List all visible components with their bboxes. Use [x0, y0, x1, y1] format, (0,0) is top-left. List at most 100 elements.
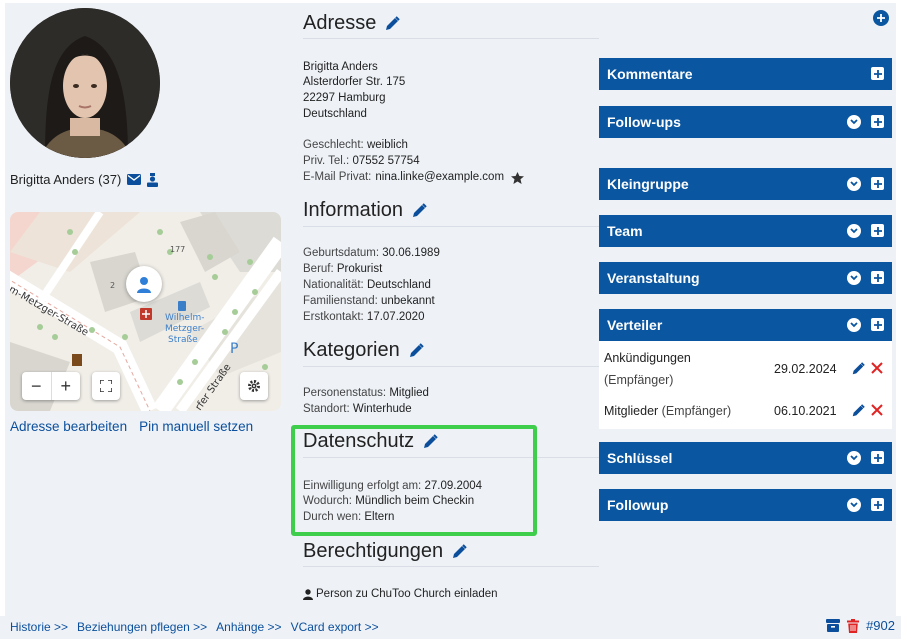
- panel-followups[interactable]: Follow-ups: [599, 106, 892, 138]
- panel-kommentare[interactable]: Kommentare: [599, 58, 892, 90]
- field-key: Geburtsdatum:: [303, 247, 380, 259]
- field-value: 17.07.2020: [366, 311, 425, 323]
- kategorien-title: Kategorien: [303, 339, 400, 361]
- add-followup-button[interactable]: [871, 115, 884, 128]
- divider: [303, 38, 599, 39]
- panel-title: Kommentare: [607, 66, 693, 82]
- invite-row[interactable]: Person zu ChuToo Church einladen: [303, 587, 498, 603]
- address-line: 22297 Hamburg: [303, 92, 386, 104]
- chevron-down-icon[interactable]: [847, 224, 861, 238]
- edit-berechtigungen-icon[interactable]: [451, 543, 467, 560]
- nationality-field: Nationalität: Deutschland: [303, 278, 431, 294]
- add-veranstaltung-button[interactable]: [871, 271, 884, 284]
- delete-icon[interactable]: [871, 362, 883, 379]
- plus-icon: [873, 226, 882, 235]
- delete-icon[interactable]: [871, 404, 883, 421]
- zoom-out-button[interactable]: −: [22, 372, 52, 400]
- field-value: Prokurist: [336, 263, 383, 275]
- location-field: Standort: Winterhude: [303, 402, 412, 418]
- panel-title: Veranstaltung: [607, 270, 700, 286]
- location-map[interactable]: 177 2 m-Metzger-Straße Wilhelm- Metzger-…: [10, 212, 281, 411]
- plus-icon: [873, 179, 882, 188]
- field-key: Personenstatus:: [303, 387, 387, 399]
- plus-icon: [873, 500, 882, 509]
- add-team-button[interactable]: [871, 224, 884, 237]
- add-kommentar-button[interactable]: [871, 67, 884, 80]
- edit-adresse-icon[interactable]: [384, 15, 401, 32]
- field-key: Familienstand:: [303, 295, 378, 307]
- relations-link[interactable]: Beziehungen pflegen >>: [77, 620, 207, 634]
- address-line: Deutschland: [303, 108, 367, 120]
- field-value: unbekannt: [381, 295, 435, 307]
- invite-link[interactable]: Person zu ChuToo Church einladen: [316, 587, 498, 603]
- fullscreen-icon: [100, 380, 112, 392]
- panel-followup[interactable]: Followup: [599, 489, 892, 521]
- avatar: [10, 8, 160, 158]
- list-item-label: Mitglieder (Empfänger): [604, 400, 731, 422]
- avatar-photo: [10, 8, 160, 158]
- map-label-house-2: 2: [110, 281, 115, 290]
- panel-verteiler[interactable]: Verteiler: [599, 309, 892, 341]
- email-icon[interactable]: [127, 174, 142, 185]
- information-title: Information: [303, 199, 404, 221]
- attachments-link[interactable]: Anhänge >>: [216, 620, 281, 634]
- list-item: Ankündigungen (Empfänger) 29.02.2024: [599, 347, 892, 391]
- section-title-information: Information: [303, 199, 427, 222]
- panel-schluessel[interactable]: Schlüssel: [599, 442, 892, 474]
- berechtigungen-title: Berechtigungen: [303, 540, 444, 562]
- zoom-in-button[interactable]: +: [52, 372, 81, 400]
- section-title-kategorien: Kategorien: [303, 339, 424, 362]
- trash-icon[interactable]: [847, 618, 860, 633]
- add-kleingruppe-button[interactable]: [871, 177, 884, 190]
- marital-status-field: Familienstand: unbekannt: [303, 294, 435, 310]
- chevron-down-icon[interactable]: [847, 318, 861, 332]
- add-panel-button[interactable]: [873, 10, 889, 26]
- job-field: Beruf: Prokurist: [303, 262, 382, 278]
- list-item-label: Ankündigungen (Empfänger): [604, 347, 691, 391]
- edit-information-icon[interactable]: [411, 202, 427, 219]
- footer-links: Historie >> Beziehungen pflegen >> Anhän…: [10, 620, 379, 634]
- plus-icon: [873, 117, 882, 126]
- plus-icon: [873, 453, 882, 462]
- star-icon[interactable]: [511, 171, 525, 184]
- panel-kleingruppe[interactable]: Kleingruppe: [599, 168, 892, 200]
- field-key: Nationalität:: [303, 279, 364, 291]
- edit-kategorien-icon[interactable]: [408, 342, 424, 359]
- chevron-down-icon[interactable]: [847, 115, 861, 129]
- chevron-down-icon[interactable]: [847, 177, 861, 191]
- birthdate-field: Geburtsdatum: 30.06.1989: [303, 246, 440, 262]
- add-schluessel-button[interactable]: [871, 451, 884, 464]
- field-value[interactable]: 07552 57754: [352, 155, 419, 167]
- map-settings-button[interactable]: [240, 372, 268, 400]
- field-key: E-Mail Privat:: [303, 171, 372, 183]
- section-title-adresse: Adresse: [303, 12, 401, 35]
- history-link[interactable]: Historie >>: [10, 620, 68, 634]
- list-item-date: 29.02.2024: [774, 362, 837, 376]
- list-item-name: Mitglieder: [604, 404, 659, 418]
- archive-icon[interactable]: [826, 619, 841, 632]
- set-pin-link[interactable]: Pin manuell setzen: [139, 419, 253, 434]
- add-verteiler-button[interactable]: [871, 318, 884, 331]
- map-label-parking: P: [230, 341, 238, 357]
- person-name-row: Brigitta Anders (37): [10, 172, 159, 187]
- panel-title: Follow-ups: [607, 114, 681, 130]
- chevron-down-icon[interactable]: [847, 271, 861, 285]
- edit-address-link[interactable]: Adresse bearbeiten: [10, 419, 127, 434]
- user-badge-icon[interactable]: [147, 172, 159, 187]
- plus-icon: [873, 320, 882, 329]
- phone-field: Priv. Tel.: 07552 57754: [303, 154, 420, 170]
- chevron-down-icon[interactable]: [847, 451, 861, 465]
- vcard-export-link[interactable]: VCard export >>: [291, 620, 379, 634]
- edit-icon[interactable]: [851, 362, 865, 379]
- panel-title: Team: [607, 223, 643, 239]
- map-zoom-controls: − +: [22, 372, 80, 400]
- panel-veranstaltung[interactable]: Veranstaltung: [599, 262, 892, 294]
- panel-team[interactable]: Team: [599, 215, 892, 247]
- chevron-down-icon[interactable]: [847, 498, 861, 512]
- field-value[interactable]: nina.linke@example.com: [375, 170, 504, 186]
- field-value: Mitglied: [389, 387, 429, 399]
- edit-icon[interactable]: [851, 404, 865, 421]
- fullscreen-button[interactable]: [92, 372, 120, 400]
- add-followup-item-button[interactable]: [871, 498, 884, 511]
- divider: [303, 366, 599, 367]
